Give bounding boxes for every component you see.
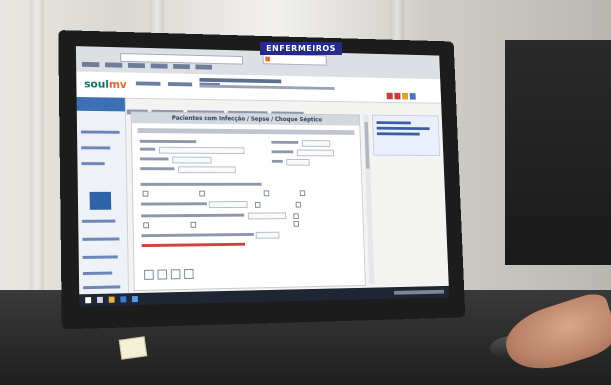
sidebar-item[interactable] [82, 220, 115, 223]
info-line [377, 132, 420, 135]
alert-icon[interactable] [394, 93, 400, 100]
select-field[interactable] [209, 201, 248, 208]
search-icon[interactable] [97, 297, 103, 303]
monitor-screen: soulmv Pacientes com Infecção / Sepse / … [76, 46, 449, 306]
history-icon[interactable] [184, 269, 194, 279]
question-label [141, 214, 244, 218]
second-monitor [505, 40, 611, 265]
checkbox[interactable] [143, 191, 149, 197]
sidebar-item[interactable] [83, 272, 112, 276]
logo-suffix: mv [109, 78, 127, 91]
sidebar-header[interactable] [77, 97, 125, 111]
checkbox[interactable] [296, 202, 302, 208]
checkbox[interactable] [143, 222, 149, 228]
system-tray[interactable] [394, 290, 444, 295]
edit-icon[interactable] [157, 269, 167, 279]
form-panel-title: Pacientes com Infecção / Sepse / Choque … [132, 112, 360, 125]
sticker-note [119, 336, 148, 359]
field-label [140, 157, 168, 160]
app-logo: soulmv [84, 78, 127, 91]
photo-title-banner: ENFERMEIROS [260, 42, 342, 55]
checkbox[interactable] [264, 190, 270, 196]
monitor: soulmv Pacientes com Infecção / Sepse / … [58, 30, 465, 329]
patient-banner [199, 78, 334, 94]
alert-icon[interactable] [387, 93, 393, 100]
sidebar-item[interactable] [81, 130, 120, 133]
print-icon[interactable] [144, 270, 154, 280]
text-field[interactable] [178, 166, 236, 173]
browser-icon[interactable] [120, 296, 126, 302]
user-icon[interactable] [410, 93, 416, 100]
select-field[interactable] [248, 212, 286, 219]
tab-favicon-icon [265, 57, 270, 62]
checkbox[interactable] [293, 213, 299, 219]
select-field[interactable] [256, 232, 280, 239]
date-field[interactable] [302, 140, 331, 147]
info-panel [372, 115, 440, 156]
date-field[interactable] [297, 150, 334, 157]
text-field[interactable] [172, 157, 211, 164]
question-label [141, 202, 207, 205]
form-panel: Pacientes com Infecção / Sepse / Choque … [131, 111, 366, 291]
save-icon[interactable] [171, 269, 181, 279]
checkbox[interactable] [255, 202, 261, 208]
field-label [271, 141, 298, 144]
curtain-fold [30, 0, 44, 300]
browser-tab[interactable] [263, 54, 327, 66]
scrollbar-thumb[interactable] [364, 122, 369, 169]
sidebar-item[interactable] [81, 162, 104, 165]
info-line [376, 121, 410, 124]
checkbox[interactable] [199, 191, 205, 197]
question-label [141, 233, 253, 237]
field-label [140, 140, 197, 143]
field-label [140, 167, 174, 170]
sidebar-item[interactable] [82, 237, 119, 240]
sidebar-item[interactable] [81, 146, 110, 149]
photo-frame: soulmv Pacientes com Infecção / Sepse / … [0, 0, 611, 385]
field-label [140, 148, 155, 151]
folder-icon[interactable] [109, 297, 115, 303]
field-label [272, 150, 294, 153]
checkbox[interactable] [300, 190, 306, 196]
info-line [377, 127, 430, 130]
sidebar-item[interactable] [83, 255, 118, 259]
browser-icon[interactable] [132, 296, 138, 302]
text-field[interactable] [286, 159, 309, 166]
header-icon-group [386, 85, 430, 93]
sidebar-item[interactable] [83, 285, 120, 289]
logo-prefix: soul [84, 78, 109, 91]
sidebar [77, 97, 130, 307]
checkbox[interactable] [293, 221, 299, 227]
document-icon[interactable] [90, 192, 112, 210]
text-field[interactable] [159, 147, 245, 154]
patient-details-line [200, 85, 335, 90]
checkbox[interactable] [191, 222, 197, 228]
start-icon[interactable] [85, 297, 91, 303]
field-label [272, 160, 283, 163]
patient-name-line [199, 78, 281, 83]
warning-icon[interactable] [402, 93, 408, 100]
form-section-bar [138, 128, 355, 135]
question-label [141, 183, 262, 186]
alert-text [142, 243, 245, 247]
